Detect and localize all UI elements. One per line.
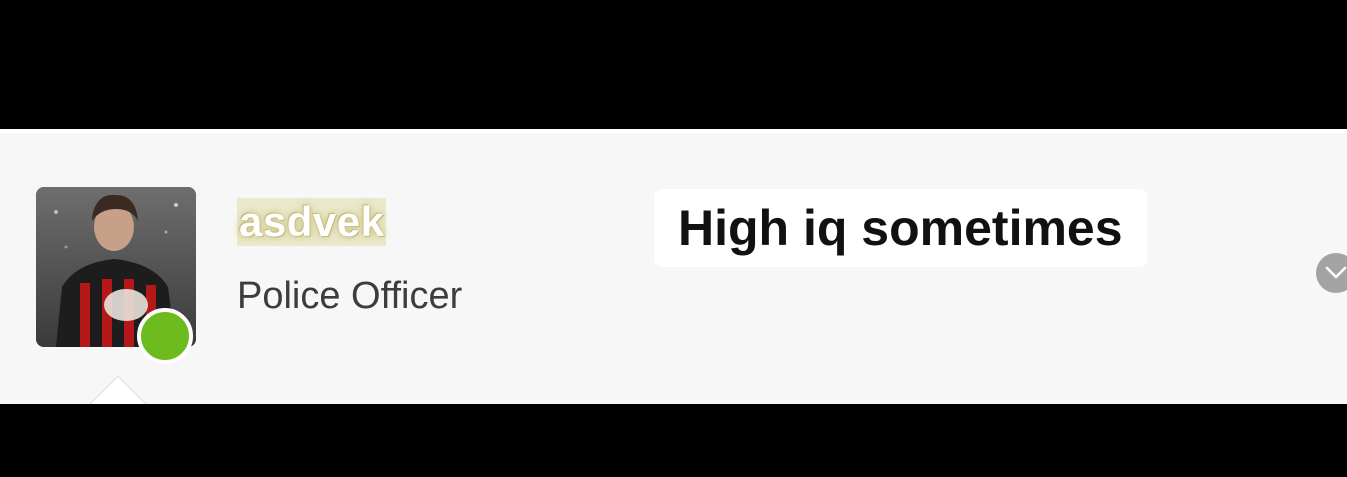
speech-pointer: [88, 377, 148, 404]
chevron-down-icon: [1325, 266, 1347, 279]
expand-button[interactable]: [1316, 253, 1347, 293]
username[interactable]: asdvek: [237, 198, 387, 246]
role-label: Police Officer: [237, 275, 463, 317]
online-status-indicator: [137, 308, 193, 364]
caption-bubble: High iq sometimes: [654, 189, 1147, 267]
profile-card: asdvek Police Officer High iq sometimes: [0, 129, 1347, 404]
video-frame: asdvek Police Officer High iq sometimes: [0, 0, 1347, 477]
